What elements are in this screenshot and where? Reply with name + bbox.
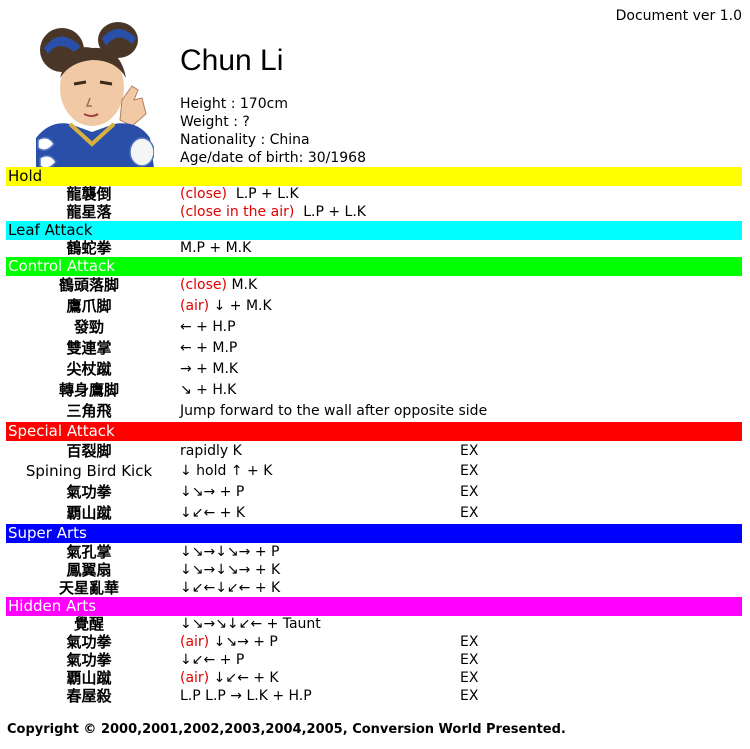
move-input: ↓↘→ + P [213, 634, 278, 650]
ex-label: EX [460, 652, 479, 668]
section-control-header: Control Attack [6, 257, 742, 276]
move-name: 鶴頭落脚 [58, 276, 119, 294]
move-input: ← + H.P [180, 319, 236, 335]
move-name: 尖杖蹴 [66, 360, 112, 378]
ex-label: EX [460, 670, 479, 686]
move-input: L.P + L.K [235, 186, 299, 202]
move-name: 覇山蹴 [66, 669, 112, 687]
move-name: 鳳翼扇 [66, 561, 112, 579]
ex-label: EX [460, 634, 479, 650]
move-name: 三角飛 [66, 402, 112, 420]
move-input: ↘ + H.K [180, 382, 237, 398]
ex-label: EX [460, 443, 479, 459]
ex-label: EX [460, 688, 479, 704]
move-condition: (close in the air) [180, 204, 295, 220]
move-row: 發勁 ← + H.P [0, 317, 750, 337]
move-name: 鷹爪脚 [66, 297, 112, 315]
info-height: Height : 170cm [180, 96, 288, 112]
move-input: L.P + L.K [303, 204, 366, 220]
move-row: 覺醒 ↓↘→↘↓↙← + Taunt [0, 614, 750, 634]
move-input: → + M.K [180, 361, 239, 377]
character-portrait [30, 20, 154, 168]
ex-label: EX [460, 484, 479, 500]
character-info: Height : 170cm Weight : ? Nationality : … [180, 95, 366, 167]
move-row: 氣功拳 ↓↙← + P EX [0, 650, 750, 670]
move-input: Jump forward to the wall after opposite … [180, 403, 488, 419]
move-input: ← + M.P [180, 340, 238, 356]
move-input: ↓↙← + K [180, 505, 246, 521]
character-name: Chun Li [180, 44, 284, 77]
move-name: 覺醒 [73, 615, 104, 633]
move-command: (air) ↓↙← + K [180, 668, 279, 688]
move-row: 龍襲倒 (close) L.P + L.K [0, 184, 750, 204]
move-name: 春屋殺 [66, 687, 112, 705]
move-command: (close) M.K [180, 275, 257, 295]
info-nationality: Nationality : China [180, 132, 310, 148]
move-row: 鶴頭落脚 (close) M.K [0, 275, 750, 295]
move-input: L.P L.P → L.K + H.P [180, 688, 312, 704]
move-name: 轉身鷹脚 [58, 381, 119, 399]
move-name: 天星亂華 [58, 579, 119, 597]
move-condition: (close) [180, 186, 227, 202]
move-input: rapidly K [180, 443, 242, 459]
info-weight: Weight : ? [180, 114, 250, 130]
copyright-footer: Copyright © 2000,2001,2002,2003,2004,200… [7, 722, 566, 737]
move-row: 覇山蹴 ↓↙← + K EX [0, 503, 750, 523]
move-name: 氣功拳 [66, 633, 112, 651]
move-row: 雙連掌 ← + M.P [0, 338, 750, 358]
move-input: M.K [231, 277, 258, 293]
document-version: Document ver 1.0 [615, 8, 742, 24]
ex-label: EX [460, 463, 479, 479]
move-condition: (air) [180, 634, 210, 650]
section-super-header: Super Arts [6, 524, 742, 543]
move-name: 龍星落 [66, 203, 112, 221]
move-row: 鶴蛇拳 M.P + M.K [0, 238, 750, 258]
move-command: (close) L.P + L.K [180, 184, 299, 204]
move-row: 春屋殺 L.P L.P → L.K + H.P EX [0, 686, 750, 706]
move-row: 龍星落 (close in the air) L.P + L.K [0, 202, 750, 222]
move-row: 鳳翼扇 ↓↘→↓↘→ + K [0, 560, 750, 580]
move-name: 龍襲倒 [66, 185, 112, 203]
move-row: 轉身鷹脚 ↘ + H.K [0, 380, 750, 400]
move-row: 三角飛 Jump forward to the wall after oppos… [0, 401, 750, 421]
move-name: 覇山蹴 [66, 504, 112, 522]
move-input: ↓↘→↓↘→ + P [180, 544, 280, 560]
move-row: 覇山蹴 (air) ↓↙← + K EX [0, 668, 750, 688]
move-row: 鷹爪脚 (air) ↓ + M.K [0, 296, 750, 316]
move-condition: (close) [180, 277, 227, 293]
ex-label: EX [460, 505, 479, 521]
move-input: ↓↘→↘↓↙← + Taunt [180, 616, 321, 632]
move-input: ↓ + M.K [213, 298, 272, 314]
move-name: 雙連掌 [66, 339, 112, 357]
move-name: 鶴蛇拳 [66, 239, 112, 257]
move-input: ↓↘→↓↘→ + K [180, 562, 281, 578]
move-condition: (air) [180, 298, 210, 314]
move-input: ↓↙← + P [180, 652, 245, 668]
move-row: 百裂脚 rapidly K EX [0, 441, 750, 461]
move-input: ↓↙← + K [213, 670, 279, 686]
move-row: 天星亂華 ↓↙←↓↙← + K [0, 578, 750, 598]
move-row: 氣功拳 ↓↘→ + P EX [0, 482, 750, 502]
move-name: Spining Bird Kick [25, 462, 153, 480]
section-special-header: Special Attack [6, 422, 742, 441]
move-row: 氣功拳 (air) ↓↘→ + P EX [0, 632, 750, 652]
move-input: ↓↙←↓↙← + K [180, 580, 281, 596]
move-row: 氣孔掌 ↓↘→↓↘→ + P [0, 542, 750, 562]
move-condition: (air) [180, 670, 210, 686]
move-name: 百裂脚 [66, 442, 112, 460]
move-name: 發勁 [73, 318, 104, 336]
move-input: M.P + M.K [180, 240, 252, 256]
info-birth: Age/date of birth: 30/1968 [180, 150, 366, 166]
move-row: 尖杖蹴 → + M.K [0, 359, 750, 379]
move-command: (air) ↓ + M.K [180, 296, 272, 316]
move-name: 氣孔掌 [66, 543, 112, 561]
move-command: (air) ↓↘→ + P [180, 632, 278, 652]
move-input: ↓↘→ + P [180, 484, 245, 500]
move-input: ↓ hold ↑ + K [180, 463, 273, 479]
move-name: 氣功拳 [66, 651, 112, 669]
move-row: Spining Bird Kick ↓ hold ↑ + K EX [0, 461, 750, 481]
move-command: (close in the air) L.P + L.K [180, 202, 366, 222]
move-name: 氣功拳 [66, 483, 112, 501]
